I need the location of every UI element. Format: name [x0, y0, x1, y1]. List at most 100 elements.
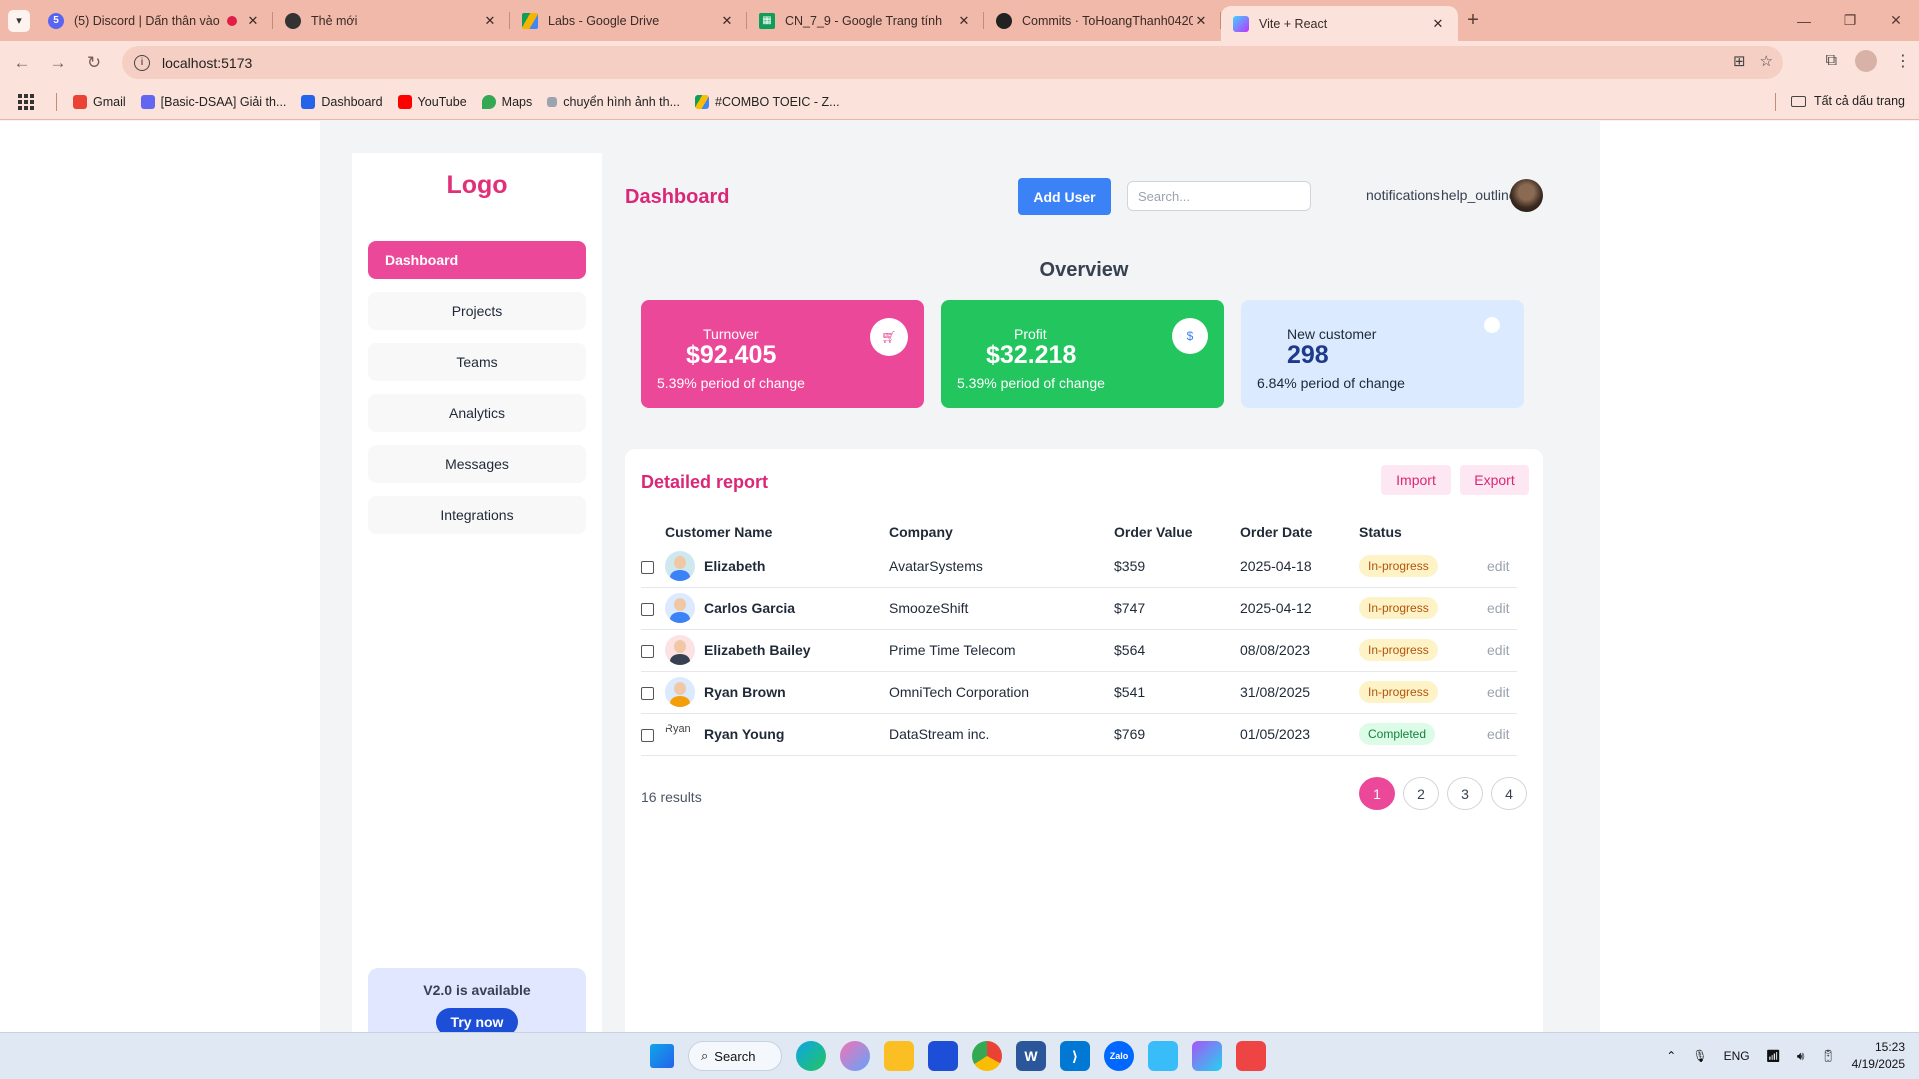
edit-icon[interactable]: edit — [1487, 558, 1510, 574]
back-arrow-icon[interactable]: ← — [4, 53, 40, 73]
page-button-current[interactable]: 1 — [1359, 777, 1395, 810]
apps-grid-icon[interactable] — [18, 93, 34, 110]
app-icon[interactable] — [1192, 1041, 1222, 1071]
browser-tab[interactable]: 5 (5) Discord | Dấn thân vào c ✕ — [36, 0, 273, 41]
battery-icon[interactable]: 🔋︎ — [1820, 1049, 1835, 1063]
microphone-icon[interactable]: 🎙︎ — [1692, 1049, 1707, 1063]
customer-avatar — [665, 677, 695, 707]
browser-tab[interactable]: Labs - Google Drive ✕ — [510, 0, 747, 41]
notepad-icon[interactable] — [1148, 1041, 1178, 1071]
browser-tab-active[interactable]: Vite + React ✕ — [1221, 6, 1458, 41]
row-checkbox[interactable] — [641, 644, 654, 658]
browser-tab[interactable]: Commits · ToHoangThanh0420 ✕ — [984, 0, 1221, 41]
language-indicator[interactable]: ENG — [1724, 1049, 1750, 1063]
column-header[interactable]: Company — [889, 519, 1114, 545]
edit-icon[interactable]: edit — [1487, 642, 1510, 658]
bookmark-basic-dsaa[interactable]: [Basic-DSAA] Giải th... — [140, 94, 286, 109]
tab-close-icon[interactable]: ✕ — [956, 13, 972, 29]
import-button[interactable]: Import — [1381, 465, 1451, 495]
sidebar-item-projects[interactable]: Projects — [368, 292, 586, 330]
column-header[interactable]: Order Date — [1240, 519, 1359, 545]
edit-icon[interactable]: edit — [1487, 684, 1510, 700]
column-header[interactable]: Status — [1359, 519, 1487, 545]
zalo-icon[interactable]: Zalo — [1104, 1041, 1134, 1071]
help-outline-icon[interactable]: help_outline — [1441, 187, 1517, 203]
bookmark-youtube[interactable]: YouTube — [397, 94, 467, 109]
windows-start-icon[interactable] — [650, 1044, 674, 1068]
page-button[interactable]: 3 — [1447, 777, 1483, 810]
taskbar-search[interactable]: ⌕ Search — [688, 1041, 782, 1071]
close-window-icon[interactable]: ✕ — [1873, 0, 1919, 41]
page-button[interactable]: 2 — [1403, 777, 1439, 810]
bookmark-maps[interactable]: Maps — [481, 94, 532, 109]
status-badge: In-progress — [1359, 554, 1438, 577]
tab-close-icon[interactable]: ✕ — [1193, 13, 1209, 29]
translate-icon[interactable]: ⊞ — [1733, 52, 1746, 70]
row-checkbox[interactable] — [641, 560, 654, 574]
tab-search-menu-button[interactable]: ▾ — [8, 9, 30, 32]
edit-icon[interactable]: edit — [1487, 726, 1510, 742]
try-now-button[interactable]: Try now — [435, 1008, 519, 1032]
all-bookmarks-button[interactable]: Tất cả dấu trang — [1790, 94, 1905, 108]
vscode-icon[interactable]: ⟩ — [1060, 1041, 1090, 1071]
pagination: 1 2 3 4 — [1359, 777, 1527, 810]
copilot-icon[interactable] — [840, 1041, 870, 1071]
column-header-actions — [1487, 519, 1517, 545]
browser-tab[interactable]: Thẻ mới ✕ — [273, 0, 510, 41]
tab-close-icon[interactable]: ✕ — [482, 13, 498, 29]
order-value: $564 — [1114, 629, 1240, 672]
wifi-icon[interactable]: 📶︎ — [1766, 1049, 1781, 1063]
restore-icon[interactable]: ❐ — [1827, 0, 1873, 41]
row-checkbox[interactable] — [641, 602, 654, 616]
search-input[interactable] — [1127, 181, 1311, 211]
chevron-up-icon[interactable]: ⌃ — [1666, 1049, 1676, 1063]
file-explorer-icon[interactable] — [884, 1041, 914, 1071]
tab-close-icon[interactable]: ✕ — [245, 13, 261, 29]
bookmark-chuyen-hinh-anh[interactable]: chuyển hình ảnh th... — [547, 95, 680, 109]
volume-icon[interactable]: 🔊︎ — [1797, 1049, 1805, 1064]
address-bar[interactable]: i localhost:5173 ⊞ ☆ — [122, 46, 1783, 79]
forward-arrow-icon[interactable]: → — [40, 53, 76, 73]
logo[interactable]: Logo — [352, 171, 602, 200]
menu-kebab-icon[interactable]: ⋮ — [1895, 51, 1911, 71]
sidebar-item-analytics[interactable]: Analytics — [368, 394, 586, 432]
column-header[interactable]: Order Value — [1114, 519, 1240, 545]
chrome-icon[interactable] — [972, 1041, 1002, 1071]
clock-date: 4/19/2025 — [1851, 1057, 1905, 1071]
edge-icon[interactable] — [796, 1041, 826, 1071]
bookmark-combo-toeic[interactable]: #COMBO TOEIC - Z... — [695, 94, 840, 109]
new-tab-button[interactable]: + — [1458, 9, 1488, 32]
order-value: $769 — [1114, 713, 1240, 756]
edit-icon[interactable]: edit — [1487, 600, 1510, 616]
sidebar-item-teams[interactable]: Teams — [368, 343, 586, 381]
tab-close-icon[interactable]: ✕ — [719, 13, 735, 29]
bookmark-gmail[interactable]: Gmail — [73, 94, 126, 109]
bookmark-dashboard[interactable]: Dashboard — [301, 94, 383, 109]
bookmark-star-icon[interactable]: ☆ — [1760, 52, 1773, 70]
snipping-tool-icon[interactable] — [1236, 1041, 1266, 1071]
site-info-icon[interactable]: i — [134, 54, 150, 71]
column-header[interactable]: Customer Name — [665, 519, 889, 545]
notifications-icon[interactable]: notifications — [1366, 187, 1440, 203]
profile-avatar-icon[interactable] — [1855, 50, 1877, 72]
export-button[interactable]: Export — [1460, 465, 1529, 495]
sidebar-item-integrations[interactable]: Integrations — [368, 496, 586, 534]
user-avatar[interactable] — [1510, 179, 1543, 212]
clock[interactable]: 15:23 4/19/2025 — [1852, 1039, 1905, 1073]
row-checkbox[interactable] — [641, 686, 654, 700]
store-icon[interactable] — [928, 1041, 958, 1071]
reload-icon[interactable]: ↻ — [76, 53, 112, 73]
sidebar-item-dashboard[interactable]: Dashboard — [368, 241, 586, 279]
sidebar-item-messages[interactable]: Messages — [368, 445, 586, 483]
page-button[interactable]: 4 — [1491, 777, 1527, 810]
browser-tab-bar: ▾ 5 (5) Discord | Dấn thân vào c ✕ Thẻ m… — [0, 0, 1919, 41]
address-text: localhost:5173 — [162, 54, 253, 71]
browser-tab[interactable]: ▦ CN_7_9 - Google Trang tính ✕ — [747, 0, 984, 41]
row-checkbox[interactable] — [641, 728, 654, 742]
minimize-icon[interactable]: — — [1781, 0, 1827, 41]
word-icon[interactable]: W — [1016, 1041, 1046, 1071]
card-value: $92.405 — [686, 341, 777, 369]
add-user-button[interactable]: Add User — [1018, 178, 1111, 215]
tab-close-icon[interactable]: ✕ — [1430, 16, 1446, 32]
extensions-icon[interactable]: ⧉ — [1826, 52, 1837, 70]
